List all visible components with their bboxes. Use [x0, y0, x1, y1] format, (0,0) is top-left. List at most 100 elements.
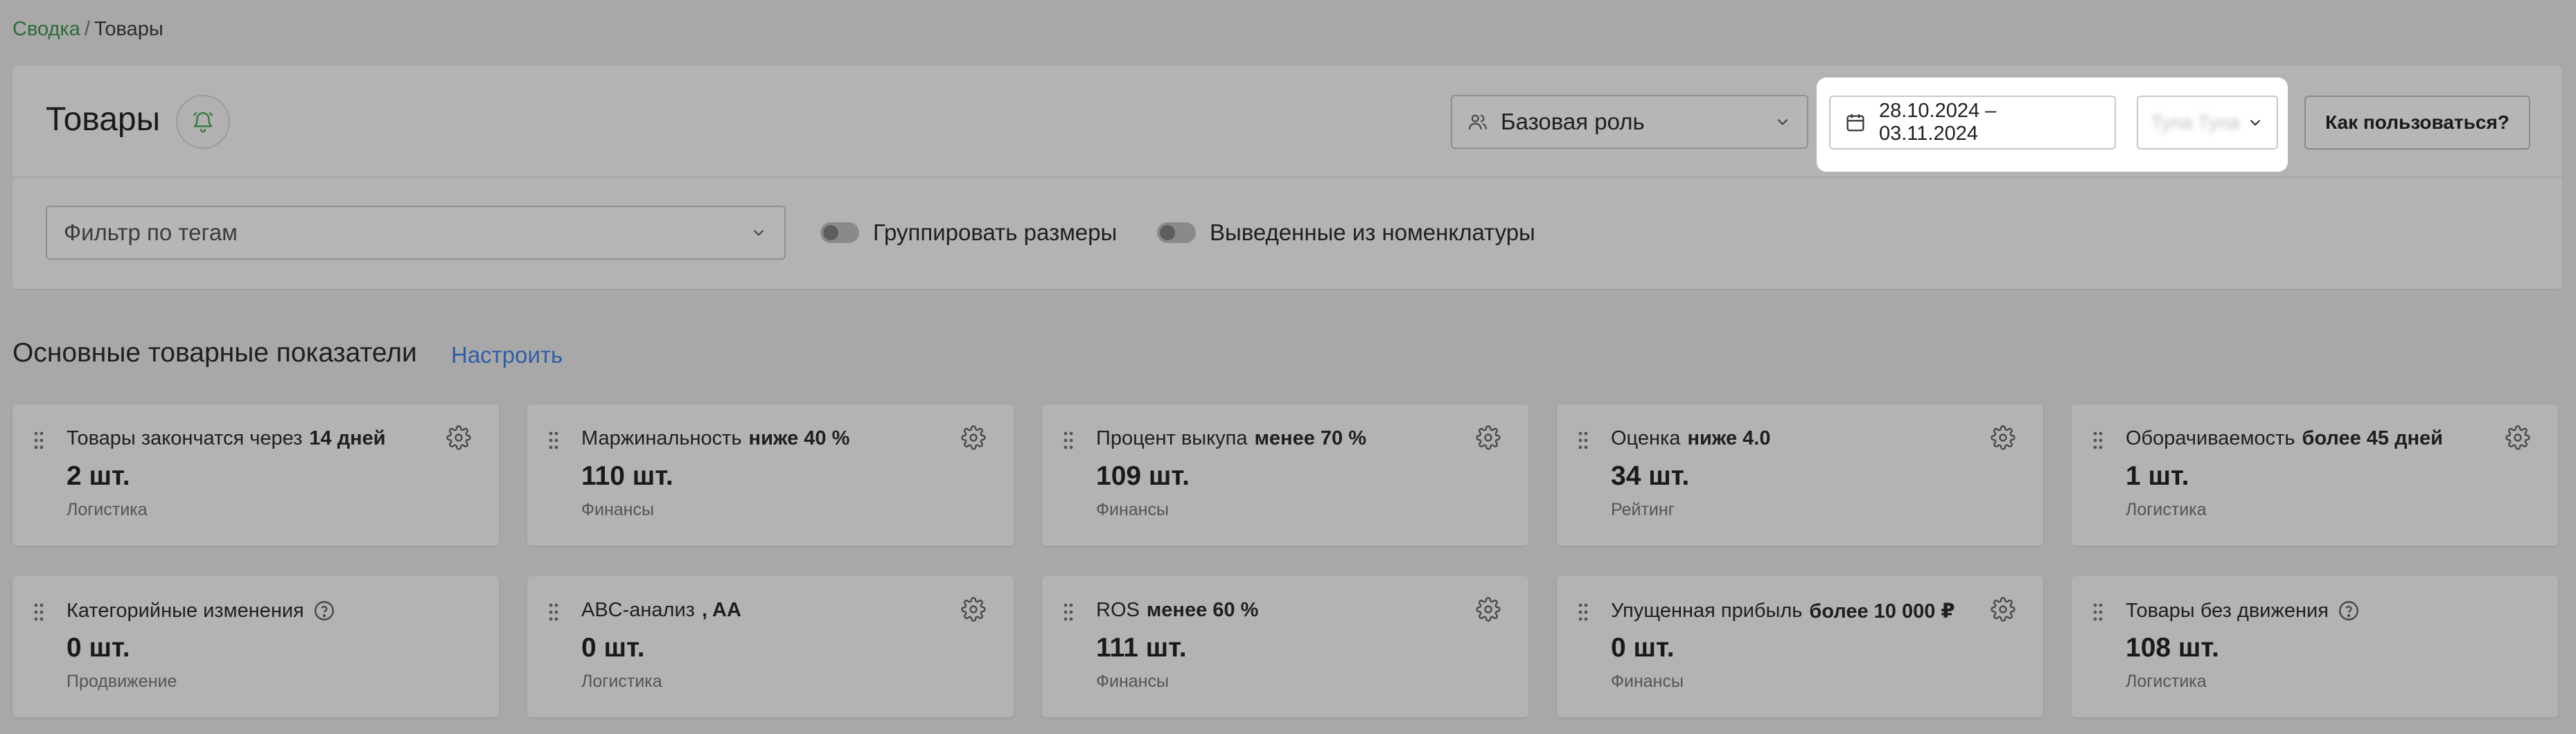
drag-handle-icon[interactable]	[33, 602, 44, 622]
metric-card[interactable]: Маржинальность ниже 40 % 110 шт. Финансы	[527, 404, 1014, 546]
metric-card[interactable]: Оценка ниже 4.0 34 шт. Рейтинг	[1557, 404, 2043, 546]
role-select-value: Базовая роль	[1501, 109, 1645, 134]
metric-value: 34 шт.	[1611, 461, 1690, 491]
metric-settings-button[interactable]	[1476, 425, 1501, 454]
gear-icon	[1476, 425, 1501, 450]
metric-category: Финансы	[1096, 500, 1169, 519]
gear-icon	[961, 597, 986, 622]
role-select[interactable]: Базовая роль	[1451, 95, 1808, 149]
drag-handle-icon[interactable]	[548, 431, 559, 450]
metric-category: Логистика	[2126, 672, 2207, 691]
metric-value: 108 шт.	[2126, 633, 2219, 663]
metric-title: ROS	[1096, 599, 1140, 621]
metric-value: 0 шт.	[67, 633, 130, 663]
metric-title-row: ROS менее 60 %	[1096, 599, 1258, 622]
metric-title-row: Категорийные изменения	[67, 599, 336, 623]
metric-card[interactable]: Товары закончатся через 14 дней 2 шт. Логис…	[12, 404, 499, 546]
metric-value: 109 шт.	[1096, 461, 1190, 491]
metric-title: ABC-анализ	[581, 599, 695, 621]
metric-card[interactable]: Категорийные изменения 0 шт. Продвижение	[12, 576, 499, 717]
metric-value: 111 шт.	[1096, 633, 1187, 663]
metric-value: 0 шт.	[1611, 633, 1675, 663]
metric-title-row: Товары закончатся через 14 дней	[67, 427, 386, 450]
metric-title: Маржинальность	[581, 427, 742, 449]
metric-settings-button[interactable]	[961, 597, 986, 625]
bell-icon	[193, 111, 213, 133]
metric-settings-button[interactable]	[1991, 597, 2015, 625]
metric-value: 1 шт.	[2126, 461, 2189, 491]
metric-card[interactable]: Упущенная прибыль более 10 000 ₽ 0 шт. Фина…	[1557, 576, 2043, 717]
metric-condition: менее 60 %	[1146, 599, 1259, 621]
group-sizes-toggle-wrap: Группировать размеры	[820, 220, 1117, 246]
metric-title-row: Товары без движения	[2126, 599, 2361, 623]
chevron-down-icon	[753, 229, 764, 236]
metric-condition: 14 дней	[309, 427, 386, 449]
metric-settings-button[interactable]	[446, 425, 471, 454]
question-circle-icon[interactable]	[312, 599, 336, 623]
breadcrumb: Сводка / Товары	[12, 18, 164, 41]
metric-condition: менее 70 %	[1254, 427, 1366, 449]
page-title: Товары	[46, 101, 161, 138]
metric-title-row: ABC-анализ , AA	[581, 599, 741, 622]
metric-card[interactable]: Процент выкупа менее 70 % 109 шт. Финансы	[1042, 404, 1528, 546]
breadcrumb-link-summary[interactable]: Сводка	[12, 18, 80, 40]
notifications-button[interactable]	[176, 95, 230, 149]
group-sizes-label: Группировать размеры	[873, 220, 1118, 245]
group-sizes-toggle[interactable]	[820, 222, 859, 243]
metric-settings-button[interactable]	[2505, 425, 2530, 454]
drag-handle-icon[interactable]	[548, 602, 559, 622]
metric-value: 2 шт.	[67, 461, 130, 491]
tag-filter-placeholder: Фильтр по тегам	[64, 220, 238, 245]
metric-title: Упущенная прибыль	[1611, 600, 1803, 622]
metric-card[interactable]: Товары без движения 108 шт. Логистика	[2072, 576, 2558, 717]
store-select-value: Тупа Тупа	[2151, 111, 2240, 133]
metric-category: Рейтинг	[1611, 500, 1675, 519]
removed-items-toggle[interactable]	[1157, 222, 1196, 243]
metric-category: Финансы	[1611, 672, 1684, 691]
configure-link[interactable]: Настроить	[451, 342, 563, 368]
date-range-value: 28.10.2024 – 03.11.2024	[1878, 100, 1997, 145]
users-icon	[1469, 114, 1487, 130]
metric-category: Финансы	[581, 500, 654, 519]
metric-condition: ниже 4.0	[1687, 427, 1771, 449]
gear-icon	[2505, 425, 2530, 450]
gear-icon	[961, 425, 986, 450]
metric-title-row: Оборачиваемость более 45 дней	[2126, 427, 2443, 450]
metric-category: Логистика	[67, 500, 148, 519]
drag-handle-icon[interactable]	[1063, 602, 1074, 622]
metric-condition: , AA	[701, 599, 741, 621]
metric-title: Категорийные изменения	[67, 599, 304, 622]
metric-card[interactable]: ROS менее 60 % 111 шт. Финансы	[1042, 576, 1528, 717]
gear-icon	[1476, 597, 1501, 622]
metric-category: Логистика	[581, 672, 662, 691]
drag-handle-icon[interactable]	[2092, 431, 2103, 450]
date-range-picker[interactable]: 28.10.2024 – 03.11.2024	[1829, 96, 2116, 150]
metric-settings-button[interactable]	[1476, 597, 1501, 625]
metric-title: Товары без движения	[2126, 599, 2329, 622]
drag-handle-icon[interactable]	[33, 431, 44, 450]
how-to-use-button[interactable]: Как пользоваться?	[2304, 96, 2530, 150]
tag-filter-select[interactable]: Фильтр по тегам	[46, 206, 786, 260]
metric-title: Процент выкупа	[1096, 427, 1248, 449]
metric-card[interactable]: ABC-анализ , AA 0 шт. Логистика	[527, 576, 1014, 717]
metric-condition: более 10 000 ₽	[1809, 600, 1955, 623]
chevron-down-icon	[1777, 118, 1788, 125]
metric-category: Продвижение	[67, 672, 177, 691]
drag-handle-icon[interactable]	[2092, 602, 2103, 622]
metric-settings-button[interactable]	[1991, 425, 2015, 454]
store-select[interactable]: Тупа Тупа	[2137, 96, 2278, 150]
gear-icon	[1991, 597, 2015, 622]
metric-category: Финансы	[1096, 672, 1169, 691]
drag-handle-icon[interactable]	[1063, 431, 1074, 450]
drag-handle-icon[interactable]	[1578, 431, 1589, 450]
metric-settings-button[interactable]	[961, 425, 986, 454]
metric-card[interactable]: Оборачиваемость более 45 дней 1 шт. Логисти…	[2072, 404, 2558, 546]
metric-title-row: Маржинальность ниже 40 %	[581, 427, 849, 450]
question-circle-icon[interactable]	[2337, 599, 2361, 623]
metric-title: Товары закончатся через	[67, 427, 303, 449]
metric-value: 110 шт.	[581, 461, 673, 491]
gear-icon	[1991, 425, 2015, 450]
section-title: Основные товарные показатели	[12, 338, 417, 368]
removed-items-toggle-wrap: Выведенные из номенклатуры	[1157, 220, 1535, 246]
drag-handle-icon[interactable]	[1578, 602, 1589, 622]
